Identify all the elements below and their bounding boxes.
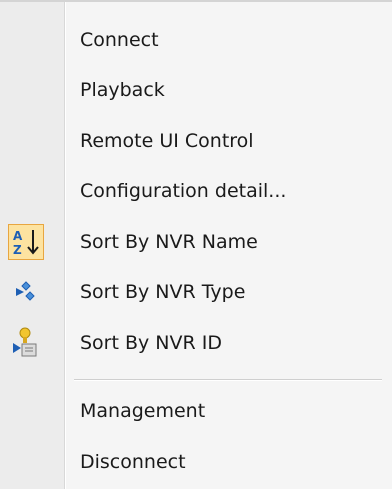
menu-item-label: Sort By NVR ID [80, 332, 222, 354]
menu-item-remote-ui-control[interactable]: Remote UI Control [0, 118, 392, 164]
menu-item-connect[interactable]: Connect [0, 17, 392, 63]
menu-item-label: Connect [80, 29, 159, 51]
context-menu: Connect Playback Remote UI Control Confi… [0, 0, 392, 489]
sort-id-icon [8, 325, 44, 361]
svg-text:A: A [13, 229, 23, 243]
menu-item-label: Remote UI Control [80, 130, 254, 152]
menu-item-label: Management [80, 400, 206, 422]
menu-item-configuration-detail[interactable]: Configuration detail... [0, 168, 392, 214]
sort-az-icon: A Z [8, 224, 44, 260]
menu-item-disconnect[interactable]: Disconnect [0, 439, 392, 485]
menu-item-label: Playback [80, 79, 165, 101]
menu-item-sort-by-nvr-name[interactable]: A Z Sort By NVR Name [0, 219, 392, 265]
menu-item-label: Disconnect [80, 451, 186, 473]
menu-item-label: Sort By NVR Name [80, 231, 258, 253]
menu-item-sort-by-nvr-type[interactable]: Sort By NVR Type [0, 269, 392, 315]
menu-item-playback[interactable]: Playback [0, 67, 392, 113]
svg-text:Z: Z [13, 243, 22, 257]
menu-item-label: Sort By NVR Type [80, 281, 246, 303]
menu-item-management[interactable]: Management [0, 388, 392, 434]
menu-item-sort-by-nvr-id[interactable]: Sort By NVR ID [0, 320, 392, 366]
menu-item-label: Configuration detail... [80, 180, 287, 202]
sort-type-icon [8, 274, 44, 310]
